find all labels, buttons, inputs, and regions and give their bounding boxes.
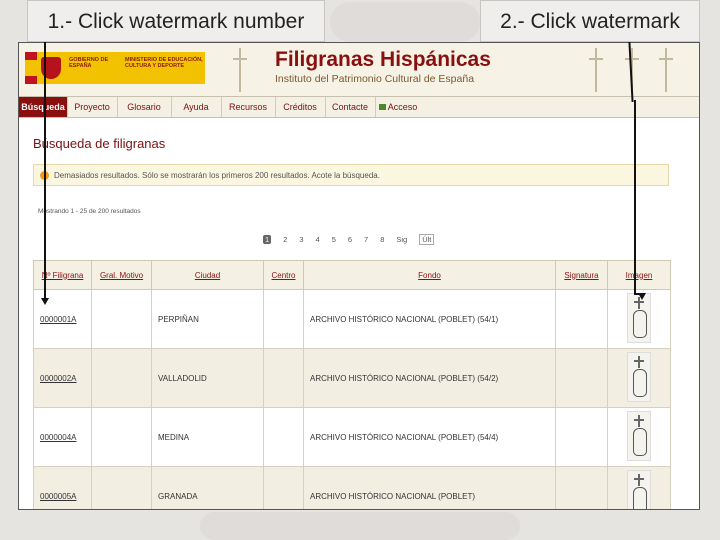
arrow-step-1-head — [41, 298, 49, 305]
cross-bar — [634, 301, 644, 303]
main-menu: Búsqueda Proyecto Glosario Ayuda Recurso… — [19, 96, 699, 118]
cross-ornament-icon — [659, 48, 673, 92]
cell-signatura — [555, 466, 608, 509]
watermark-thumbnail[interactable] — [627, 411, 651, 461]
background-watermark-decoration — [330, 2, 480, 42]
cross-bar — [634, 360, 644, 362]
cell-imagen — [607, 407, 671, 467]
arrow-step-2-line-lower — [634, 100, 636, 295]
table-row: 0000002A VALLADOLID ARCHIVO HISTÓRICO NA… — [33, 348, 671, 408]
cell-fondo: ARCHIVO HISTÓRICO NACIONAL (POBLET) — [303, 466, 556, 509]
col-header-motivo[interactable]: Gral. Motivo — [91, 260, 152, 290]
browser-screenshot: GOBIERNO DE ESPAÑA MINISTERIO DE EDUCACI… — [18, 42, 700, 510]
callout-step-2: 2.- Click watermark — [480, 0, 700, 42]
page-link-1[interactable]: 1 — [263, 234, 272, 244]
callout-step-1: 1.- Click watermark number — [27, 0, 325, 42]
page-link-4[interactable]: 4 — [316, 235, 320, 244]
results-count: Mostrando 1 - 25 de 200 resultados — [38, 208, 141, 215]
cross-icon — [638, 415, 640, 427]
gov-line1: GOBIERNO DE ESPAÑA — [69, 57, 109, 69]
site-header: GOBIERNO DE ESPAÑA MINISTERIO DE EDUCACI… — [19, 43, 699, 97]
col-header-signatura[interactable]: Signatura — [555, 260, 608, 290]
hand-icon — [633, 487, 647, 509]
page-link-8[interactable]: 8 — [380, 235, 384, 244]
hand-icon — [633, 428, 647, 456]
menu-item-ayuda[interactable]: Ayuda — [171, 97, 222, 117]
flag-icon — [25, 52, 37, 84]
government-logo[interactable]: GOBIERNO DE ESPAÑA MINISTERIO DE EDUCACI… — [25, 52, 205, 84]
results-table: Nº Filigrana Gral. Motivo Ciudad Centro … — [33, 260, 671, 509]
menu-item-proyecto[interactable]: Proyecto — [67, 97, 118, 117]
col-header-fondo[interactable]: Fondo — [303, 260, 556, 290]
hand-icon — [633, 310, 647, 338]
cell-ciudad: GRANADA — [151, 466, 264, 509]
page-title: Búsqueda de filigranas — [33, 136, 166, 151]
col-header-centro[interactable]: Centro — [263, 260, 304, 290]
cell-imagen — [607, 348, 671, 408]
col-header-imagen: Imagen — [607, 260, 671, 290]
page-link-last[interactable]: Últ — [419, 233, 435, 245]
page-link-3[interactable]: 3 — [299, 235, 303, 244]
cell-ciudad: MEDINA — [151, 407, 264, 467]
page-link-next[interactable]: Sig — [396, 235, 407, 244]
page-link-2[interactable]: 2 — [283, 235, 287, 244]
table-row: 0000001A PERPIÑAN ARCHIVO HISTÓRICO NACI… — [33, 289, 671, 349]
watermark-thumbnail[interactable] — [627, 352, 651, 402]
cross-icon — [638, 474, 640, 486]
menu-item-contacte[interactable]: Contacte — [325, 97, 376, 117]
menu-item-glosario[interactable]: Glosario — [117, 97, 172, 117]
cell-fondo: ARCHIVO HISTÓRICO NACIONAL (POBLET) (54/… — [303, 348, 556, 408]
alert-text: Demasiados resultados. Sólo se mostrarán… — [54, 171, 380, 180]
cross-ornament-icon — [233, 48, 247, 92]
background-watermark-decoration-bottom — [200, 512, 520, 540]
table-row: 0000005A GRANADA ARCHIVO HISTÓRICO NACIO… — [33, 466, 671, 509]
cell-signatura — [555, 289, 608, 349]
menu-item-acceso[interactable]: Acceso — [375, 97, 421, 117]
page-link-7[interactable]: 7 — [364, 235, 368, 244]
menu-item-creditos[interactable]: Créditos — [275, 97, 326, 117]
cell-motivo — [91, 466, 152, 509]
cross-icon — [638, 356, 640, 368]
page-link-6[interactable]: 6 — [348, 235, 352, 244]
cross-bar — [634, 478, 644, 480]
watermark-number-link[interactable]: 0000005A — [33, 466, 92, 509]
cell-motivo — [91, 348, 152, 408]
site-title[interactable]: Filigranas Hispánicas — [275, 48, 491, 72]
site-subtitle: Instituto del Patrimonio Cultural de Esp… — [275, 73, 475, 85]
cell-motivo — [91, 407, 152, 467]
cell-signatura — [555, 348, 608, 408]
cross-ornament-icon — [589, 48, 603, 92]
page-link-5[interactable]: 5 — [332, 235, 336, 244]
hand-icon — [633, 369, 647, 397]
gov-line2: MINISTERIO DE EDUCACIÓN, CULTURA Y DEPOR… — [125, 57, 203, 69]
watermark-number-link[interactable]: 0000002A — [33, 348, 92, 408]
watermark-thumbnail[interactable] — [627, 293, 651, 343]
cell-fondo: ARCHIVO HISTÓRICO NACIONAL (POBLET) (54/… — [303, 289, 556, 349]
pagination: 1 2 3 4 5 6 7 8 Sig Últ — [257, 232, 440, 246]
watermark-thumbnail[interactable] — [627, 470, 651, 509]
cell-centro — [263, 407, 304, 467]
watermark-number-link[interactable]: 0000004A — [33, 407, 92, 467]
cell-centro — [263, 466, 304, 509]
menu-item-acceso-label: Acceso — [387, 102, 418, 112]
cell-centro — [263, 348, 304, 408]
cell-imagen — [607, 466, 671, 509]
cell-ciudad: PERPIÑAN — [151, 289, 264, 349]
col-header-numero[interactable]: Nº Filigrana — [33, 260, 92, 290]
menu-item-recursos[interactable]: Recursos — [221, 97, 276, 117]
cell-signatura — [555, 407, 608, 467]
table-row: 0000004A MEDINA ARCHIVO HISTÓRICO NACION… — [33, 407, 671, 467]
cell-centro — [263, 289, 304, 349]
results-alert: Demasiados resultados. Sólo se mostrarán… — [33, 164, 669, 186]
lock-icon — [378, 104, 386, 110]
cross-bar — [634, 419, 644, 421]
cell-ciudad: VALLADOLID — [151, 348, 264, 408]
arrow-step-1-line — [44, 42, 46, 300]
cell-fondo: ARCHIVO HISTÓRICO NACIONAL (POBLET) (54/… — [303, 407, 556, 467]
cell-motivo — [91, 289, 152, 349]
arrow-step-2-link — [634, 293, 642, 295]
col-header-ciudad[interactable]: Ciudad — [151, 260, 264, 290]
